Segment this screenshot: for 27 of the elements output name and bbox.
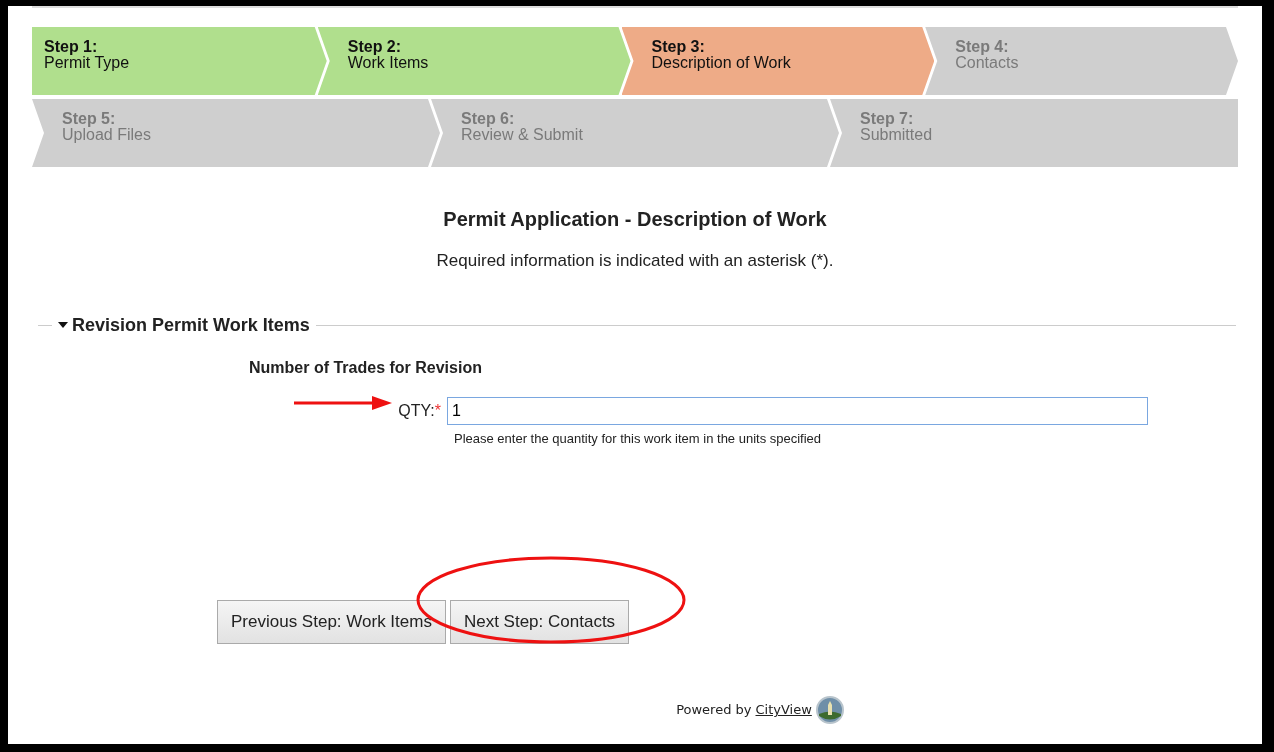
page-heading: Permit Application - Description of Work <box>442 207 828 232</box>
step-number: Step 7: <box>860 111 914 127</box>
step-number: Step 4: <box>955 39 1009 55</box>
logo-icon <box>815 696 844 724</box>
footer-text: Powered by <box>676 701 752 720</box>
step-number: Step 1: <box>44 39 98 55</box>
step-number: Step 6: <box>461 111 516 127</box>
caret-icon[interactable] <box>58 322 68 328</box>
step-title: Contacts <box>955 54 1019 71</box>
qty-input[interactable]: 1 <box>447 396 1148 425</box>
next-step-button[interactable]: Next Step: Contacts <box>449 600 630 644</box>
field-label: QTY:* <box>398 400 442 421</box>
step-number: Step 2: <box>347 39 402 55</box>
step-title: Description of Work <box>651 54 791 71</box>
section-title[interactable]: Revision Permit Work Items <box>68 311 316 339</box>
help-text: Please enter the quantity for this work item in the units specified <box>454 429 823 448</box>
group-title: Number of Trades for Revision <box>249 357 483 378</box>
required-note: Required information is indicated with an asterisk (*). <box>435 250 835 272</box>
previous-step-button[interactable]: Previous Step: Work Items <box>217 600 446 644</box>
step-title: Upload Files <box>62 126 151 143</box>
step-title: Submitted <box>860 126 933 143</box>
cityview-link[interactable]: CityView <box>755 700 812 720</box>
step-number: Step 5: <box>62 111 117 127</box>
step-title: Work Items <box>347 54 429 71</box>
step-title: Permit Type <box>44 54 130 71</box>
step-title: Review & Submit <box>461 126 583 143</box>
step-number: Step 3: <box>651 39 705 55</box>
